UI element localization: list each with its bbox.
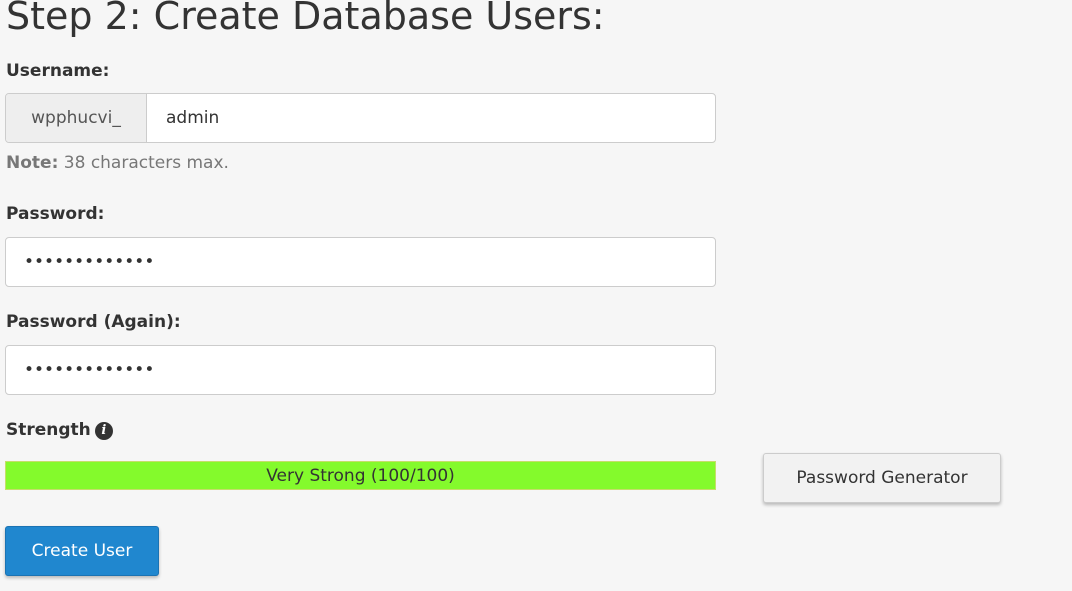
info-circle-icon[interactable]: i xyxy=(94,422,113,440)
note-text: 38 characters max. xyxy=(58,153,229,173)
password-again-label: Password (Again): xyxy=(6,312,181,332)
strength-meter: Very Strong (100/100) xyxy=(5,461,716,490)
create-user-button[interactable]: Create User xyxy=(5,526,159,576)
page-title: Step 2: Create Database Users: xyxy=(6,0,605,38)
username-label: Username: xyxy=(6,61,110,81)
strength-heading: Strength i xyxy=(6,420,113,440)
note-label: Note: xyxy=(6,153,59,173)
strength-label: Strength xyxy=(6,420,91,440)
password-input[interactable] xyxy=(5,237,716,287)
password-again-input[interactable] xyxy=(5,345,716,395)
password-label: Password: xyxy=(6,204,105,224)
username-input-group: wpphucvi_ xyxy=(5,93,716,143)
password-generator-button[interactable]: Password Generator xyxy=(763,453,1001,503)
username-input[interactable] xyxy=(147,94,715,142)
create-database-users-page: Step 2: Create Database Users: Username:… xyxy=(0,0,1072,591)
username-prefix: wpphucvi_ xyxy=(6,94,147,142)
strength-meter-text: Very Strong (100/100) xyxy=(266,465,455,486)
username-note: Note: 38 characters max. xyxy=(6,153,229,173)
